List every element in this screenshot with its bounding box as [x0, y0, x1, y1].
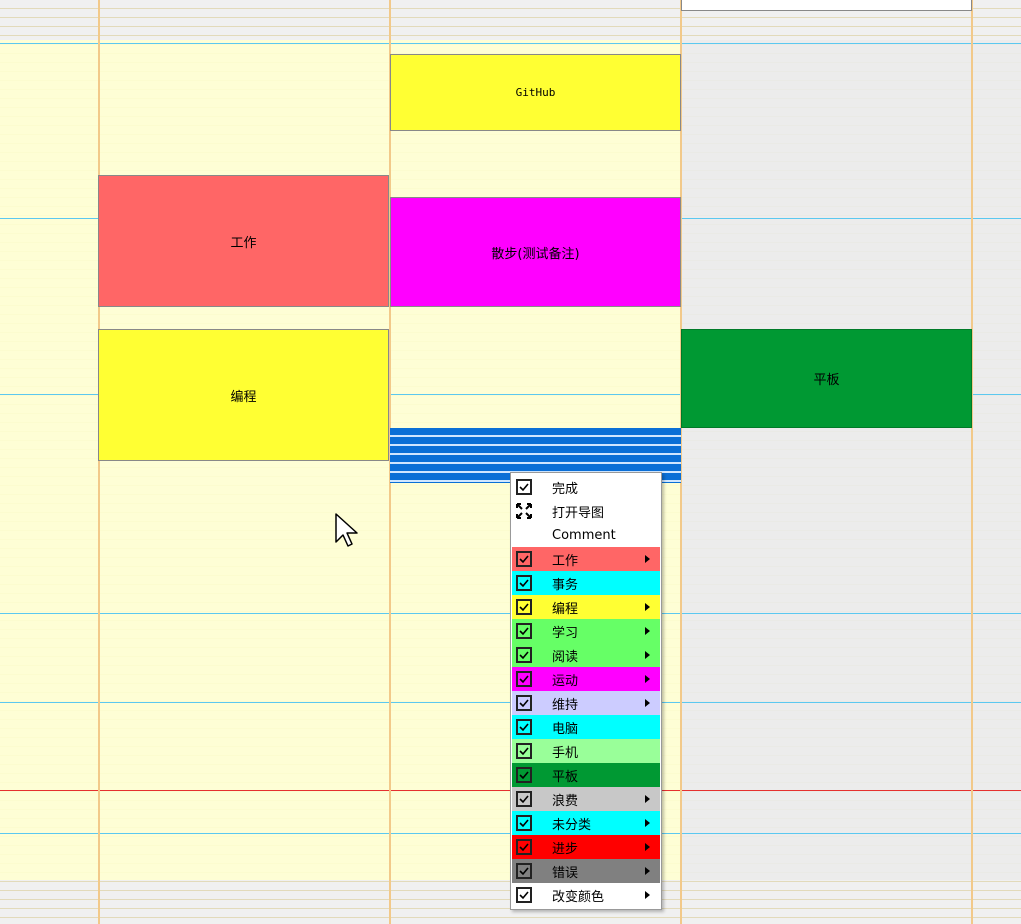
- menu-item-category[interactable]: 阅读: [512, 643, 660, 667]
- mouse-cursor-icon: [335, 513, 358, 547]
- menu-item-category[interactable]: 编程: [512, 595, 660, 619]
- menu-item-category[interactable]: 事务: [512, 571, 660, 595]
- check-icon: [516, 863, 532, 879]
- check-icon: [516, 767, 532, 783]
- menu-item-label: 阅读: [552, 649, 579, 665]
- event-label: 编程: [230, 389, 257, 405]
- menu-item-complete[interactable]: 完成: [512, 475, 660, 499]
- event-label: 散步(测试备注): [491, 246, 580, 262]
- menu-item-label: 运动: [552, 673, 579, 689]
- menu-item-category[interactable]: 电脑: [512, 715, 660, 739]
- event-label: 平板: [813, 373, 840, 388]
- event-github[interactable]: GitHub: [390, 54, 681, 131]
- submenu-arrow-icon: [645, 699, 650, 707]
- menu-item-label: 浪费: [552, 793, 579, 809]
- event-tablet[interactable]: 平板: [681, 329, 972, 428]
- check-icon: [516, 815, 532, 831]
- expand-icon: [516, 503, 532, 519]
- column-separator: [98, 0, 100, 924]
- check-icon: [516, 479, 532, 495]
- menu-item-label: 工作: [552, 553, 579, 569]
- column-bg-1: [0, 40, 99, 880]
- menu-item-label: 未分类: [552, 817, 592, 833]
- check-icon: [516, 599, 532, 615]
- category-list: 工作事务编程学习阅读运动维持电脑手机平板浪费未分类进步错误: [512, 547, 660, 883]
- check-icon: [516, 575, 532, 591]
- menu-item-category[interactable]: 平板: [512, 763, 660, 787]
- menu-item-category[interactable]: 学习: [512, 619, 660, 643]
- check-icon: [516, 647, 532, 663]
- check-icon: [516, 695, 532, 711]
- submenu-arrow-icon: [645, 555, 650, 563]
- submenu-arrow-icon: [645, 675, 650, 683]
- menu-item-label: 维持: [552, 697, 579, 713]
- check-icon: [516, 719, 532, 735]
- event-label: 工作: [230, 235, 257, 251]
- event-work[interactable]: 工作: [98, 175, 389, 307]
- menu-item-category[interactable]: 工作: [512, 547, 660, 571]
- submenu-arrow-icon: [645, 627, 650, 635]
- menu-item-label: 打开导图: [552, 505, 605, 521]
- submenu-arrow-icon: [645, 891, 650, 899]
- menu-item-category[interactable]: 运动: [512, 667, 660, 691]
- menu-item-open-mindmap[interactable]: 打开导图: [512, 499, 660, 523]
- menu-item-label: Comment: [552, 527, 616, 543]
- submenu-arrow-icon: [645, 603, 650, 611]
- event-label: GitHub: [515, 86, 556, 99]
- check-icon: [516, 671, 532, 687]
- menu-item-label: 进步: [552, 841, 579, 857]
- menu-item-category[interactable]: 手机: [512, 739, 660, 763]
- check-icon: [516, 791, 532, 807]
- menu-item-label: 学习: [552, 625, 579, 641]
- submenu-arrow-icon: [645, 651, 650, 659]
- menu-item-category[interactable]: 维持: [512, 691, 660, 715]
- context-menu: 完成 打开导图 Comment 工作事务编程学习阅读运动维持电脑手机平板浪费未分…: [510, 472, 662, 910]
- check-icon: [516, 551, 532, 567]
- column-separator: [971, 0, 973, 924]
- menu-item-label: 平板: [552, 769, 579, 785]
- column-bg-5: [972, 40, 1021, 880]
- menu-item-label: 完成: [552, 481, 579, 497]
- submenu-arrow-icon: [645, 819, 650, 827]
- menu-item-label: 错误: [552, 865, 579, 881]
- menu-item-label: 改变颜色: [552, 889, 605, 905]
- menu-item-category[interactable]: 未分类: [512, 811, 660, 835]
- menu-item-comment[interactable]: Comment: [512, 523, 660, 547]
- header-box: [681, 0, 972, 11]
- event-walk[interactable]: 散步(测试备注): [390, 197, 681, 307]
- menu-item-label: 电脑: [552, 721, 579, 737]
- check-icon: [516, 839, 532, 855]
- check-icon: [516, 887, 532, 903]
- hour-line: [0, 43, 1021, 44]
- submenu-arrow-icon: [645, 843, 650, 851]
- check-icon: [516, 743, 532, 759]
- event-coding[interactable]: 编程: [98, 329, 389, 461]
- menu-item-label: 编程: [552, 601, 579, 617]
- menu-item-category[interactable]: 进步: [512, 835, 660, 859]
- submenu-arrow-icon: [645, 795, 650, 803]
- menu-item-category[interactable]: 错误: [512, 859, 660, 883]
- menu-item-label: 手机: [552, 745, 579, 761]
- check-icon: [516, 623, 532, 639]
- menu-item-category[interactable]: 浪费: [512, 787, 660, 811]
- submenu-arrow-icon: [645, 867, 650, 875]
- menu-item-label: 事务: [552, 577, 579, 593]
- column-bg-4: [681, 40, 972, 880]
- menu-item-change-color[interactable]: 改变颜色: [512, 883, 660, 907]
